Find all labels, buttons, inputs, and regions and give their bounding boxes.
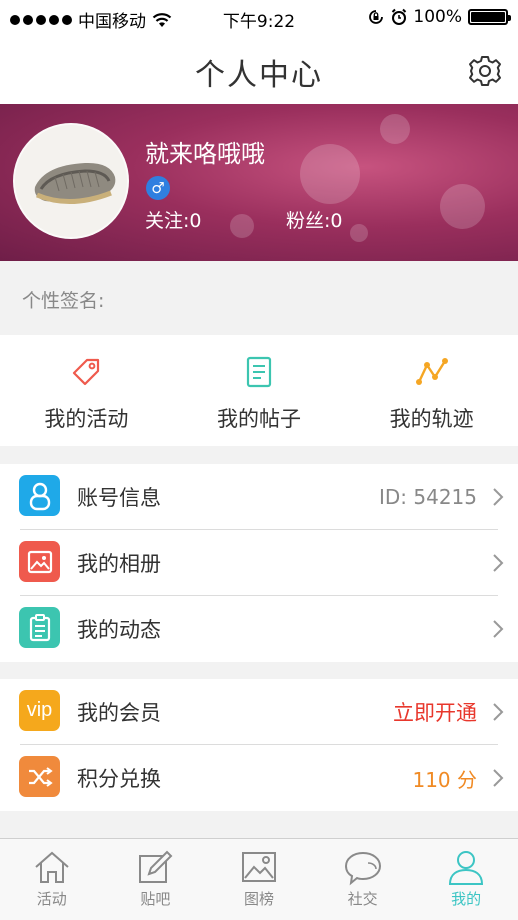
- tag-icon: [73, 358, 100, 386]
- battery-percent: 100%: [413, 7, 462, 27]
- signature-row[interactable]: 个性签名:: [0, 261, 518, 335]
- rotation-lock-icon: [369, 10, 384, 24]
- bokeh-decoration: [230, 214, 254, 238]
- tab-forum[interactable]: 贴吧: [104, 839, 208, 920]
- tab-mine[interactable]: 我的: [414, 839, 518, 920]
- person-icon: [449, 851, 484, 885]
- vip-icon-text: vip: [26, 699, 53, 721]
- points-balance: 110 分: [412, 767, 477, 792]
- activate-now-link[interactable]: 立即开通: [393, 697, 477, 727]
- shuffle-icon: [19, 756, 60, 797]
- chevron-right-icon: [493, 554, 504, 572]
- avatar[interactable]: [13, 123, 129, 239]
- followers-count[interactable]: 粉丝:0: [286, 206, 343, 233]
- tab-activities[interactable]: 活动: [0, 839, 104, 920]
- edit-icon: [139, 850, 173, 883]
- username: 就来咯哦哦: [145, 140, 265, 168]
- navigation-bar: 个人中心: [0, 36, 518, 104]
- bokeh-decoration: [350, 224, 368, 242]
- menu-group-membership: vip 我的会员 立即开通 积分兑换 110 分: [0, 679, 518, 811]
- menu-item-label: 我的相册: [77, 552, 161, 576]
- quick-action-label: 我的帖子: [217, 407, 301, 431]
- male-icon: ♂: [146, 176, 170, 200]
- photo-icon: [19, 541, 60, 582]
- track-icon: [415, 358, 448, 385]
- tab-social[interactable]: 社交: [311, 839, 415, 920]
- menu-item-membership[interactable]: vip 我的会员 立即开通: [0, 679, 518, 745]
- menu-item-my-feed[interactable]: 我的动态: [0, 596, 518, 662]
- bokeh-decoration: [300, 144, 360, 204]
- document-icon: [246, 356, 272, 388]
- menu-item-my-album[interactable]: 我的相册: [0, 530, 518, 596]
- chat-icon: [344, 851, 381, 886]
- chevron-right-icon: [493, 620, 504, 638]
- quick-action-label: 我的活动: [44, 407, 129, 431]
- signature-label: 个性签名:: [22, 290, 105, 312]
- chevron-right-icon: [493, 769, 504, 787]
- menu-group-account: 账号信息 ID: 54215 我的相册 我的动态: [0, 464, 518, 662]
- user-icon: [19, 475, 60, 516]
- image-icon: [241, 852, 276, 882]
- my-track-button[interactable]: 我的轨迹: [345, 335, 518, 446]
- tab-label: 活动: [36, 890, 67, 908]
- page-title: 个人中心: [195, 58, 323, 93]
- tab-label: 社交: [347, 890, 378, 908]
- chevron-right-icon: [493, 703, 504, 721]
- chevron-right-icon: [493, 488, 504, 506]
- bokeh-decoration: [440, 184, 485, 229]
- menu-item-account-info[interactable]: 账号信息 ID: 54215: [0, 464, 518, 530]
- gear-icon[interactable]: [468, 54, 502, 88]
- menu-item-label: 账号信息: [77, 486, 161, 510]
- menu-item-label: 积分兑换: [77, 767, 161, 791]
- vip-icon: vip: [19, 690, 60, 731]
- quick-action-label: 我的轨迹: [389, 407, 474, 431]
- status-right: 100%: [367, 7, 511, 27]
- account-id: ID: 54215: [378, 485, 477, 509]
- tab-gallery[interactable]: 图榜: [207, 839, 311, 920]
- bokeh-decoration: [380, 114, 410, 144]
- tab-label: 我的: [451, 890, 482, 908]
- quick-actions: 我的活动 我的帖子 我的轨迹: [0, 335, 518, 446]
- menu-item-points-exchange[interactable]: 积分兑换 110 分: [0, 745, 518, 811]
- following-count[interactable]: 关注:0: [145, 206, 202, 233]
- tab-label: 贴吧: [140, 890, 171, 908]
- battery-icon: [468, 9, 511, 25]
- menu-item-label: 我的会员: [77, 701, 161, 725]
- my-posts-button[interactable]: 我的帖子: [173, 335, 346, 446]
- tab-label: 图榜: [243, 890, 274, 908]
- alarm-icon: [392, 8, 407, 25]
- profile-banner: 就来咯哦哦 ♂ 关注:0 粉丝:0: [0, 104, 518, 261]
- menu-item-label: 我的动态: [77, 618, 161, 642]
- tab-bar: 活动 贴吧 图榜 社交 我的: [0, 838, 518, 920]
- my-activities-button[interactable]: 我的活动: [0, 335, 173, 446]
- status-bar: 中国移动 下午9:22 100%: [0, 0, 518, 36]
- house-icon: [35, 851, 69, 883]
- clipboard-icon: [19, 607, 60, 648]
- shoe-image: [15, 125, 127, 237]
